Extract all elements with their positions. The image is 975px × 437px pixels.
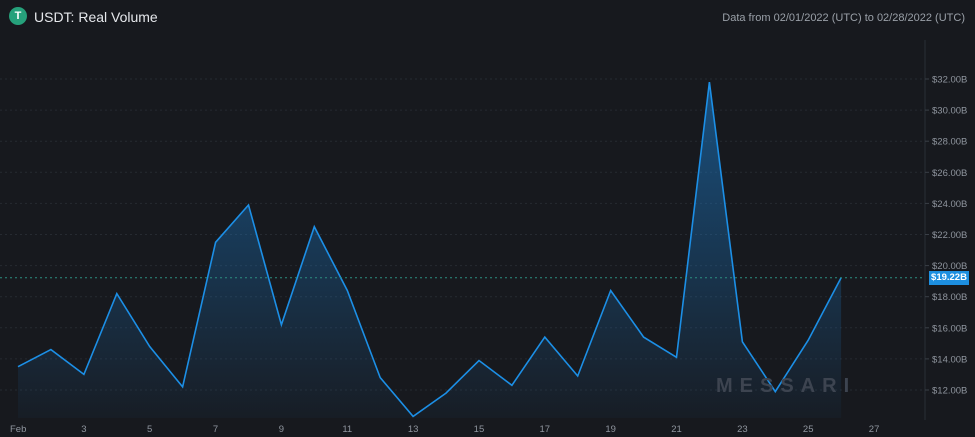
data-point[interactable] (675, 355, 679, 359)
x-tick-label: 9 (279, 424, 284, 435)
x-tick-label: 11 (342, 424, 352, 435)
x-tick-label: 21 (671, 424, 682, 435)
x-axis-ticks: Feb 3 5 7 9 11 13 15 17 19 21 23 25 27 (10, 424, 879, 435)
data-point[interactable] (312, 225, 316, 229)
y-axis-ticks: $12.00B$14.00B$16.00B$18.00B$20.00B$22.0… (925, 75, 967, 397)
data-point[interactable] (609, 288, 613, 292)
x-tick-label: 27 (869, 424, 880, 435)
x-tick-label: 17 (540, 424, 551, 435)
current-value-badge: $19.22B (929, 270, 969, 285)
data-point[interactable] (642, 335, 646, 339)
x-tick-label: 23 (737, 424, 748, 435)
y-tick-label: $22.00B (932, 230, 967, 241)
x-tick-label: 7 (213, 424, 218, 435)
x-tick-label: 19 (605, 424, 616, 435)
x-tick-label: 25 (803, 424, 814, 435)
messari-watermark: MESSARI (716, 375, 857, 397)
data-point[interactable] (806, 338, 810, 342)
volume-area (18, 82, 842, 418)
y-tick-label: $12.00B (932, 386, 967, 397)
data-point[interactable] (214, 240, 218, 244)
y-tick-label: $14.00B (932, 354, 967, 365)
data-point[interactable] (477, 358, 481, 362)
y-tick-label: $24.00B (932, 199, 967, 210)
data-point[interactable] (16, 365, 20, 369)
data-point[interactable] (82, 372, 86, 376)
data-point[interactable] (740, 340, 744, 344)
data-point[interactable] (345, 288, 349, 292)
data-point[interactable] (115, 292, 119, 296)
data-point[interactable] (444, 391, 448, 395)
x-tick-label: 15 (474, 424, 485, 435)
y-tick-label: $28.00B (932, 137, 967, 148)
data-point[interactable] (378, 376, 382, 380)
data-point[interactable] (49, 348, 53, 352)
data-point[interactable] (543, 335, 547, 339)
y-tick-label: $18.00B (932, 292, 967, 303)
x-tick-label: 5 (147, 424, 152, 435)
data-point[interactable] (148, 344, 152, 348)
y-tick-label: $30.00B (932, 106, 967, 117)
x-tick-label: 13 (408, 424, 419, 435)
x-tick-label: 3 (81, 424, 86, 435)
data-point[interactable] (576, 374, 580, 378)
x-tick-label: Feb (10, 424, 26, 435)
y-tick-label: $26.00B (932, 168, 967, 179)
data-point[interactable] (181, 385, 185, 389)
volume-chart[interactable]: $12.00B$14.00B$16.00B$18.00B$20.00B$22.0… (0, 0, 975, 437)
data-point[interactable] (411, 414, 415, 418)
chart-frame: T USDT: Real Volume Data from 02/01/2022… (0, 0, 975, 437)
data-point[interactable] (279, 323, 283, 327)
data-point[interactable] (707, 80, 711, 84)
y-tick-label: $32.00B (932, 75, 967, 86)
y-tick-label: $16.00B (932, 323, 967, 334)
data-point[interactable] (510, 383, 514, 387)
data-point[interactable] (246, 203, 250, 207)
